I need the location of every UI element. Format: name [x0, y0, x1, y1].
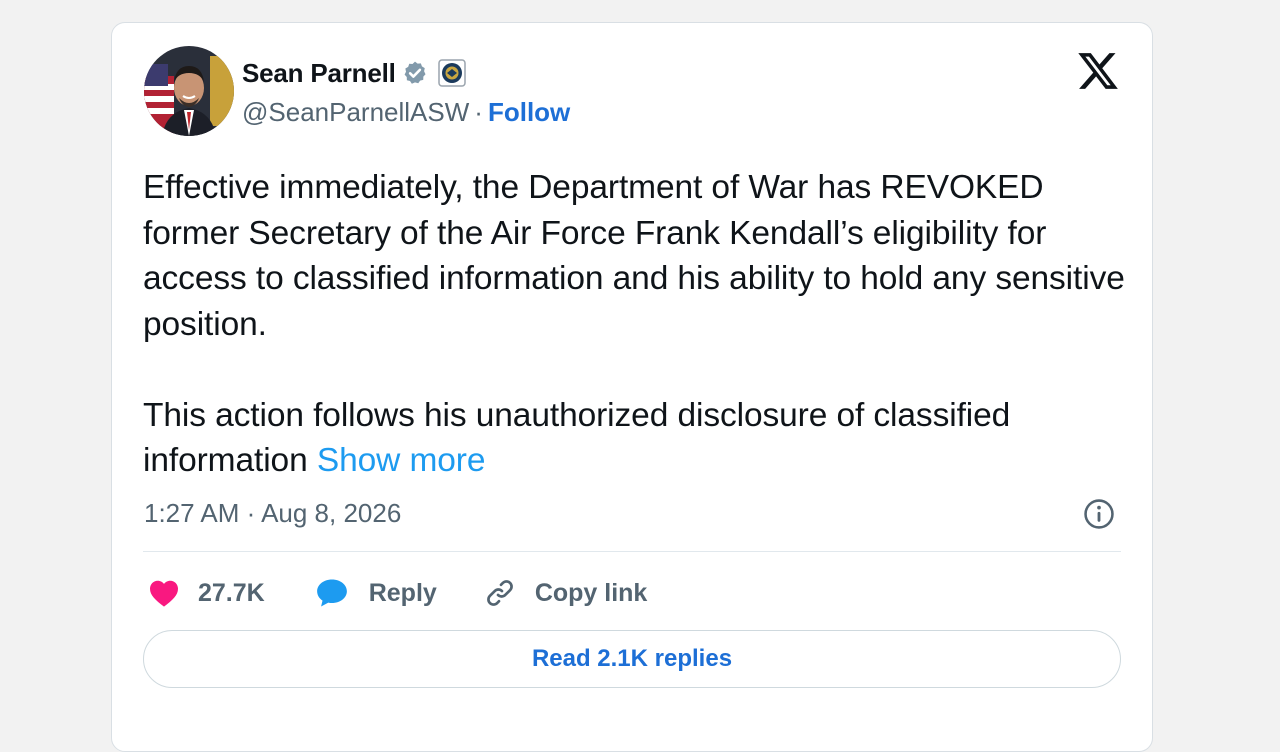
tweet-text: Effective immediately, the Department of… — [143, 165, 1133, 484]
author-name[interactable]: Sean Parnell — [242, 58, 396, 89]
reply-button[interactable]: Reply — [315, 577, 437, 609]
info-icon[interactable] — [1082, 497, 1116, 531]
show-more-link[interactable]: Show more — [317, 442, 486, 479]
tweet-paragraph-2: This action follows his unauthorized dis… — [143, 393, 1133, 484]
read-replies-button[interactable]: Read 2.1K replies — [143, 630, 1121, 688]
link-icon — [483, 576, 517, 610]
author-handle-row: @SeanParnellASW · Follow — [242, 97, 570, 128]
heart-icon — [148, 578, 180, 608]
author-handle[interactable]: @SeanParnellASW — [242, 97, 469, 128]
tweet-card: Sean Parnell @SeanParnellASW · Follow Ef… — [111, 22, 1153, 752]
affiliation-badge-icon[interactable] — [437, 59, 466, 87]
author-name-row: Sean Parnell — [242, 55, 466, 91]
copy-link-button[interactable]: Copy link — [483, 576, 648, 610]
tweet-paragraph-2-text: This action follows his unauthorized dis… — [143, 396, 1011, 480]
tweet-timestamp[interactable]: 1:27 AM · Aug 8, 2026 — [144, 498, 401, 529]
tweet-paragraph-1: Effective immediately, the Department of… — [143, 169, 1125, 343]
follow-button[interactable]: Follow — [488, 97, 570, 128]
x-logo-icon[interactable] — [1076, 49, 1120, 93]
action-bar: 27.7K Reply Copy link — [148, 571, 647, 615]
like-count: 27.7K — [198, 578, 265, 607]
avatar[interactable] — [144, 46, 234, 136]
separator-dot: · — [474, 97, 483, 127]
speech-bubble-icon — [315, 577, 349, 609]
verified-badge-icon — [402, 60, 428, 86]
reply-label: Reply — [368, 578, 437, 607]
copy-link-label: Copy link — [534, 578, 648, 607]
divider — [143, 551, 1121, 552]
like-button[interactable]: 27.7K — [148, 578, 265, 608]
